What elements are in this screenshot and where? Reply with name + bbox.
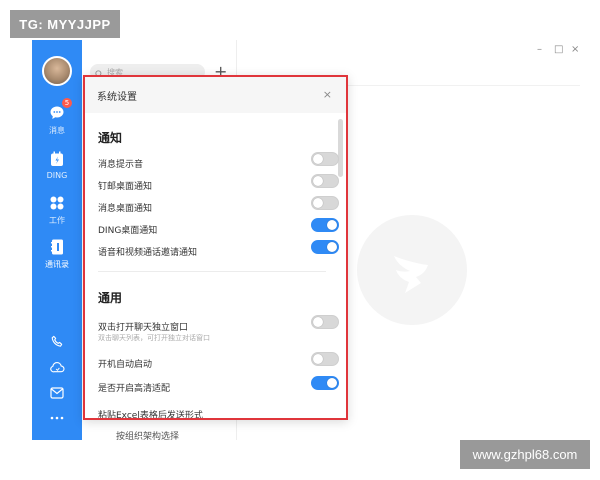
setting-label: 语音和视频通话邀请通知 bbox=[98, 248, 198, 258]
phone-icon[interactable] bbox=[49, 333, 65, 349]
sidebar-item-label: 工作 bbox=[49, 216, 65, 225]
setting-row-mail-notify: 钉邮桌面通知 bbox=[98, 174, 339, 192]
close-window-button[interactable]: × bbox=[571, 44, 579, 55]
setting-label: 钉邮桌面通知 bbox=[98, 182, 153, 192]
setting-label: DING桌面通知 bbox=[98, 226, 158, 236]
sidebar-item-ding[interactable]: DING bbox=[32, 150, 82, 180]
dialog-scrollbar[interactable] bbox=[338, 119, 343, 177]
minimize-button[interactable]: – bbox=[537, 44, 542, 55]
unread-badge: 5 bbox=[62, 98, 72, 108]
setting-row-message-notify: 消息桌面通知 bbox=[98, 196, 339, 214]
section-divider bbox=[98, 271, 326, 272]
dialog-header: 系统设置 bbox=[85, 77, 346, 113]
maximize-button[interactable]: □ bbox=[554, 44, 563, 55]
toggle-hd-adapt[interactable] bbox=[311, 376, 339, 390]
sidebar: 5 消息 DING 工作 通讯录 bbox=[32, 40, 82, 440]
setting-label: 开机自动启动 bbox=[98, 360, 153, 370]
setting-label: 是否开启高清适配 bbox=[98, 384, 171, 394]
dingtalk-logo-icon bbox=[357, 215, 467, 325]
toggle-auto-start[interactable] bbox=[311, 352, 339, 366]
section-title-general: 通用 bbox=[98, 291, 123, 305]
contacts-book-icon bbox=[48, 238, 66, 256]
setting-label: 消息桌面通知 bbox=[98, 204, 153, 214]
section-title-notifications: 通知 bbox=[98, 131, 123, 145]
chat-bubble-icon: 5 bbox=[48, 98, 72, 122]
watermark-bottom-right: www.gzhpl68.com bbox=[460, 440, 590, 469]
sidebar-item-label: DING bbox=[46, 171, 68, 180]
toggle-call-invite-notify[interactable] bbox=[311, 240, 339, 254]
dialog-close-button[interactable]: × bbox=[323, 88, 332, 101]
avatar[interactable] bbox=[42, 56, 72, 86]
setting-row-message-sound: 消息提示音 bbox=[98, 152, 339, 170]
cloud-disk-icon[interactable] bbox=[49, 359, 65, 375]
setting-description: 双击聊天列表，可打开独立对话窗口 bbox=[98, 334, 210, 342]
settings-dialog: 系统设置 × 通知 消息提示音 钉邮桌面通知 消息桌面通知 DING桌面通知 语… bbox=[83, 75, 348, 420]
toggle-message-notify[interactable] bbox=[311, 196, 339, 210]
toggle-mail-notify[interactable] bbox=[311, 174, 339, 188]
toggle-message-sound[interactable] bbox=[311, 152, 339, 166]
setting-label: 双击打开聊天独立窗口 bbox=[98, 323, 189, 333]
toggle-ding-notify[interactable] bbox=[311, 218, 339, 232]
sidebar-item-messages[interactable]: 5 消息 bbox=[32, 98, 82, 136]
ding-icon bbox=[48, 150, 66, 168]
setting-row-double-click-window: 双击打开聊天独立窗口 bbox=[98, 315, 339, 333]
setting-label: 粘贴Excel表格后发送形式 bbox=[98, 411, 203, 420]
sidebar-item-label: 消息 bbox=[49, 126, 65, 135]
org-select-item[interactable]: 按组织架构选择 bbox=[116, 429, 179, 442]
more-icon[interactable] bbox=[49, 410, 65, 426]
watermark-top-left: TG: MYYJJPP bbox=[10, 10, 120, 38]
grid-apps-icon bbox=[48, 194, 66, 212]
setting-row-hd-adapt: 是否开启高清适配 bbox=[98, 376, 339, 394]
setting-row-call-invite-notify: 语音和视频通话邀请通知 bbox=[98, 240, 339, 258]
sidebar-item-label: 通讯录 bbox=[45, 260, 69, 269]
setting-row-ding-notify: DING桌面通知 bbox=[98, 218, 339, 236]
sidebar-item-contacts[interactable]: 通讯录 bbox=[32, 238, 82, 270]
setting-label: 消息提示音 bbox=[98, 160, 144, 170]
dialog-title: 系统设置 bbox=[97, 91, 137, 103]
sidebar-item-work[interactable]: 工作 bbox=[32, 194, 82, 226]
mail-icon[interactable] bbox=[49, 385, 65, 401]
toggle-double-click-window[interactable] bbox=[311, 315, 339, 329]
setting-row-excel-paste: 粘贴Excel表格后发送形式 bbox=[98, 403, 328, 420]
setting-row-auto-start: 开机自动启动 bbox=[98, 352, 339, 370]
